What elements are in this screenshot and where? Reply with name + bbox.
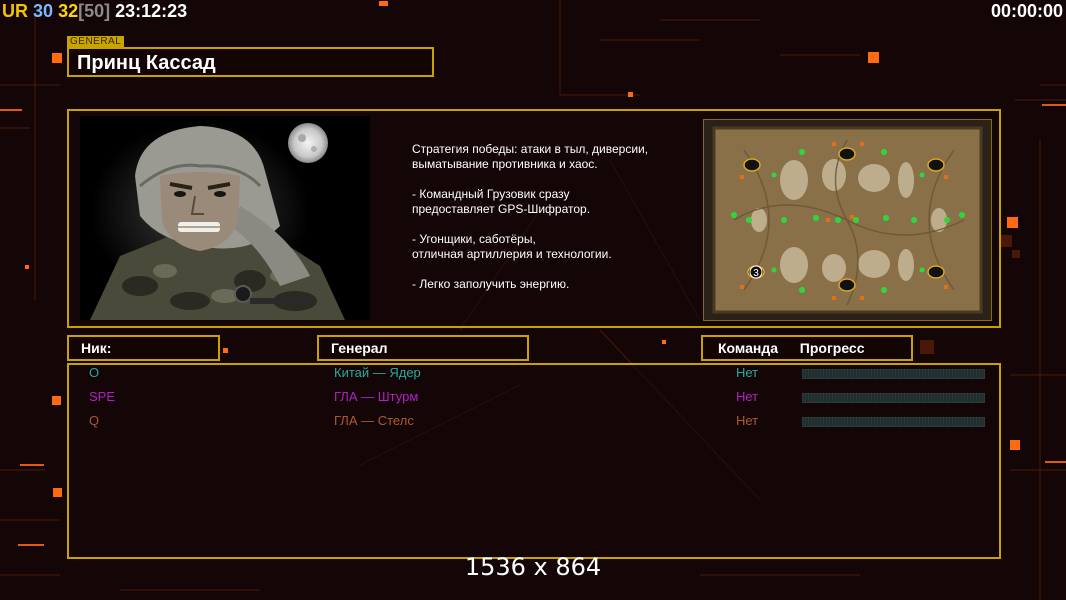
fps-bracket-value: [50] [78,1,111,21]
general-column-header: Генерал [317,335,529,361]
feature-text-2: - Угонщики, саботёры, отличная артиллери… [412,232,612,261]
feature-text-1: - Командный Грузовик сразу предоставляет… [412,187,591,216]
player-nick: Q [89,413,100,428]
player-general: ГЛА — Стелс [334,413,414,428]
fps-counter: UR 30 32[50] 23:12:23 [2,1,187,22]
player-row: O Китай — Ядер Нет [69,365,1003,385]
player-nick: O [89,365,100,380]
fps-value: 30 [33,1,54,21]
player-team: Нет [736,413,759,428]
player-list: O Китай — Ядер Нет SPE ГЛА — Штурм Нет Q… [67,363,1001,559]
player-nick: SPE [89,389,116,404]
player-team: Нет [736,365,759,380]
player-team: Нет [736,389,759,404]
map-slot-number: 3 [753,268,759,279]
player-row: SPE ГЛА — Штурм Нет [69,389,1003,409]
general-portrait [80,116,370,320]
ur-label: UR [2,1,28,21]
player-general: ГЛА — Штурм [334,389,419,404]
fps-cap-value: 32 [58,1,79,21]
general-name: Принц Кассад [67,47,434,77]
player-row: Q ГЛА — Стелс Нет [69,413,1003,433]
clock: 23:12:23 [115,1,188,21]
general-tag: GENERAL [67,36,125,47]
game-timer: 00:00:00 [990,1,1063,21]
general-description: Стратегия победы: атаки в тыл, диверсии,… [412,142,692,307]
player-progress-bar [802,417,985,427]
map-preview: 3 [703,119,992,321]
player-progress-bar [802,393,985,403]
progress-column-header: Прогресс [799,340,865,356]
strategy-text: Стратегия победы: атаки в тыл, диверсии,… [412,142,649,171]
team-column-header: Команда [718,340,778,356]
resolution-label: 1536 x 864 [464,553,602,581]
nick-column-header: Ник: [67,335,220,361]
feature-text-3: - Легко заполучить энергию. [412,277,570,291]
player-progress-bar [802,369,985,379]
team-progress-header: Команда Прогресс [701,335,913,361]
player-general: Китай — Ядер [334,365,421,380]
